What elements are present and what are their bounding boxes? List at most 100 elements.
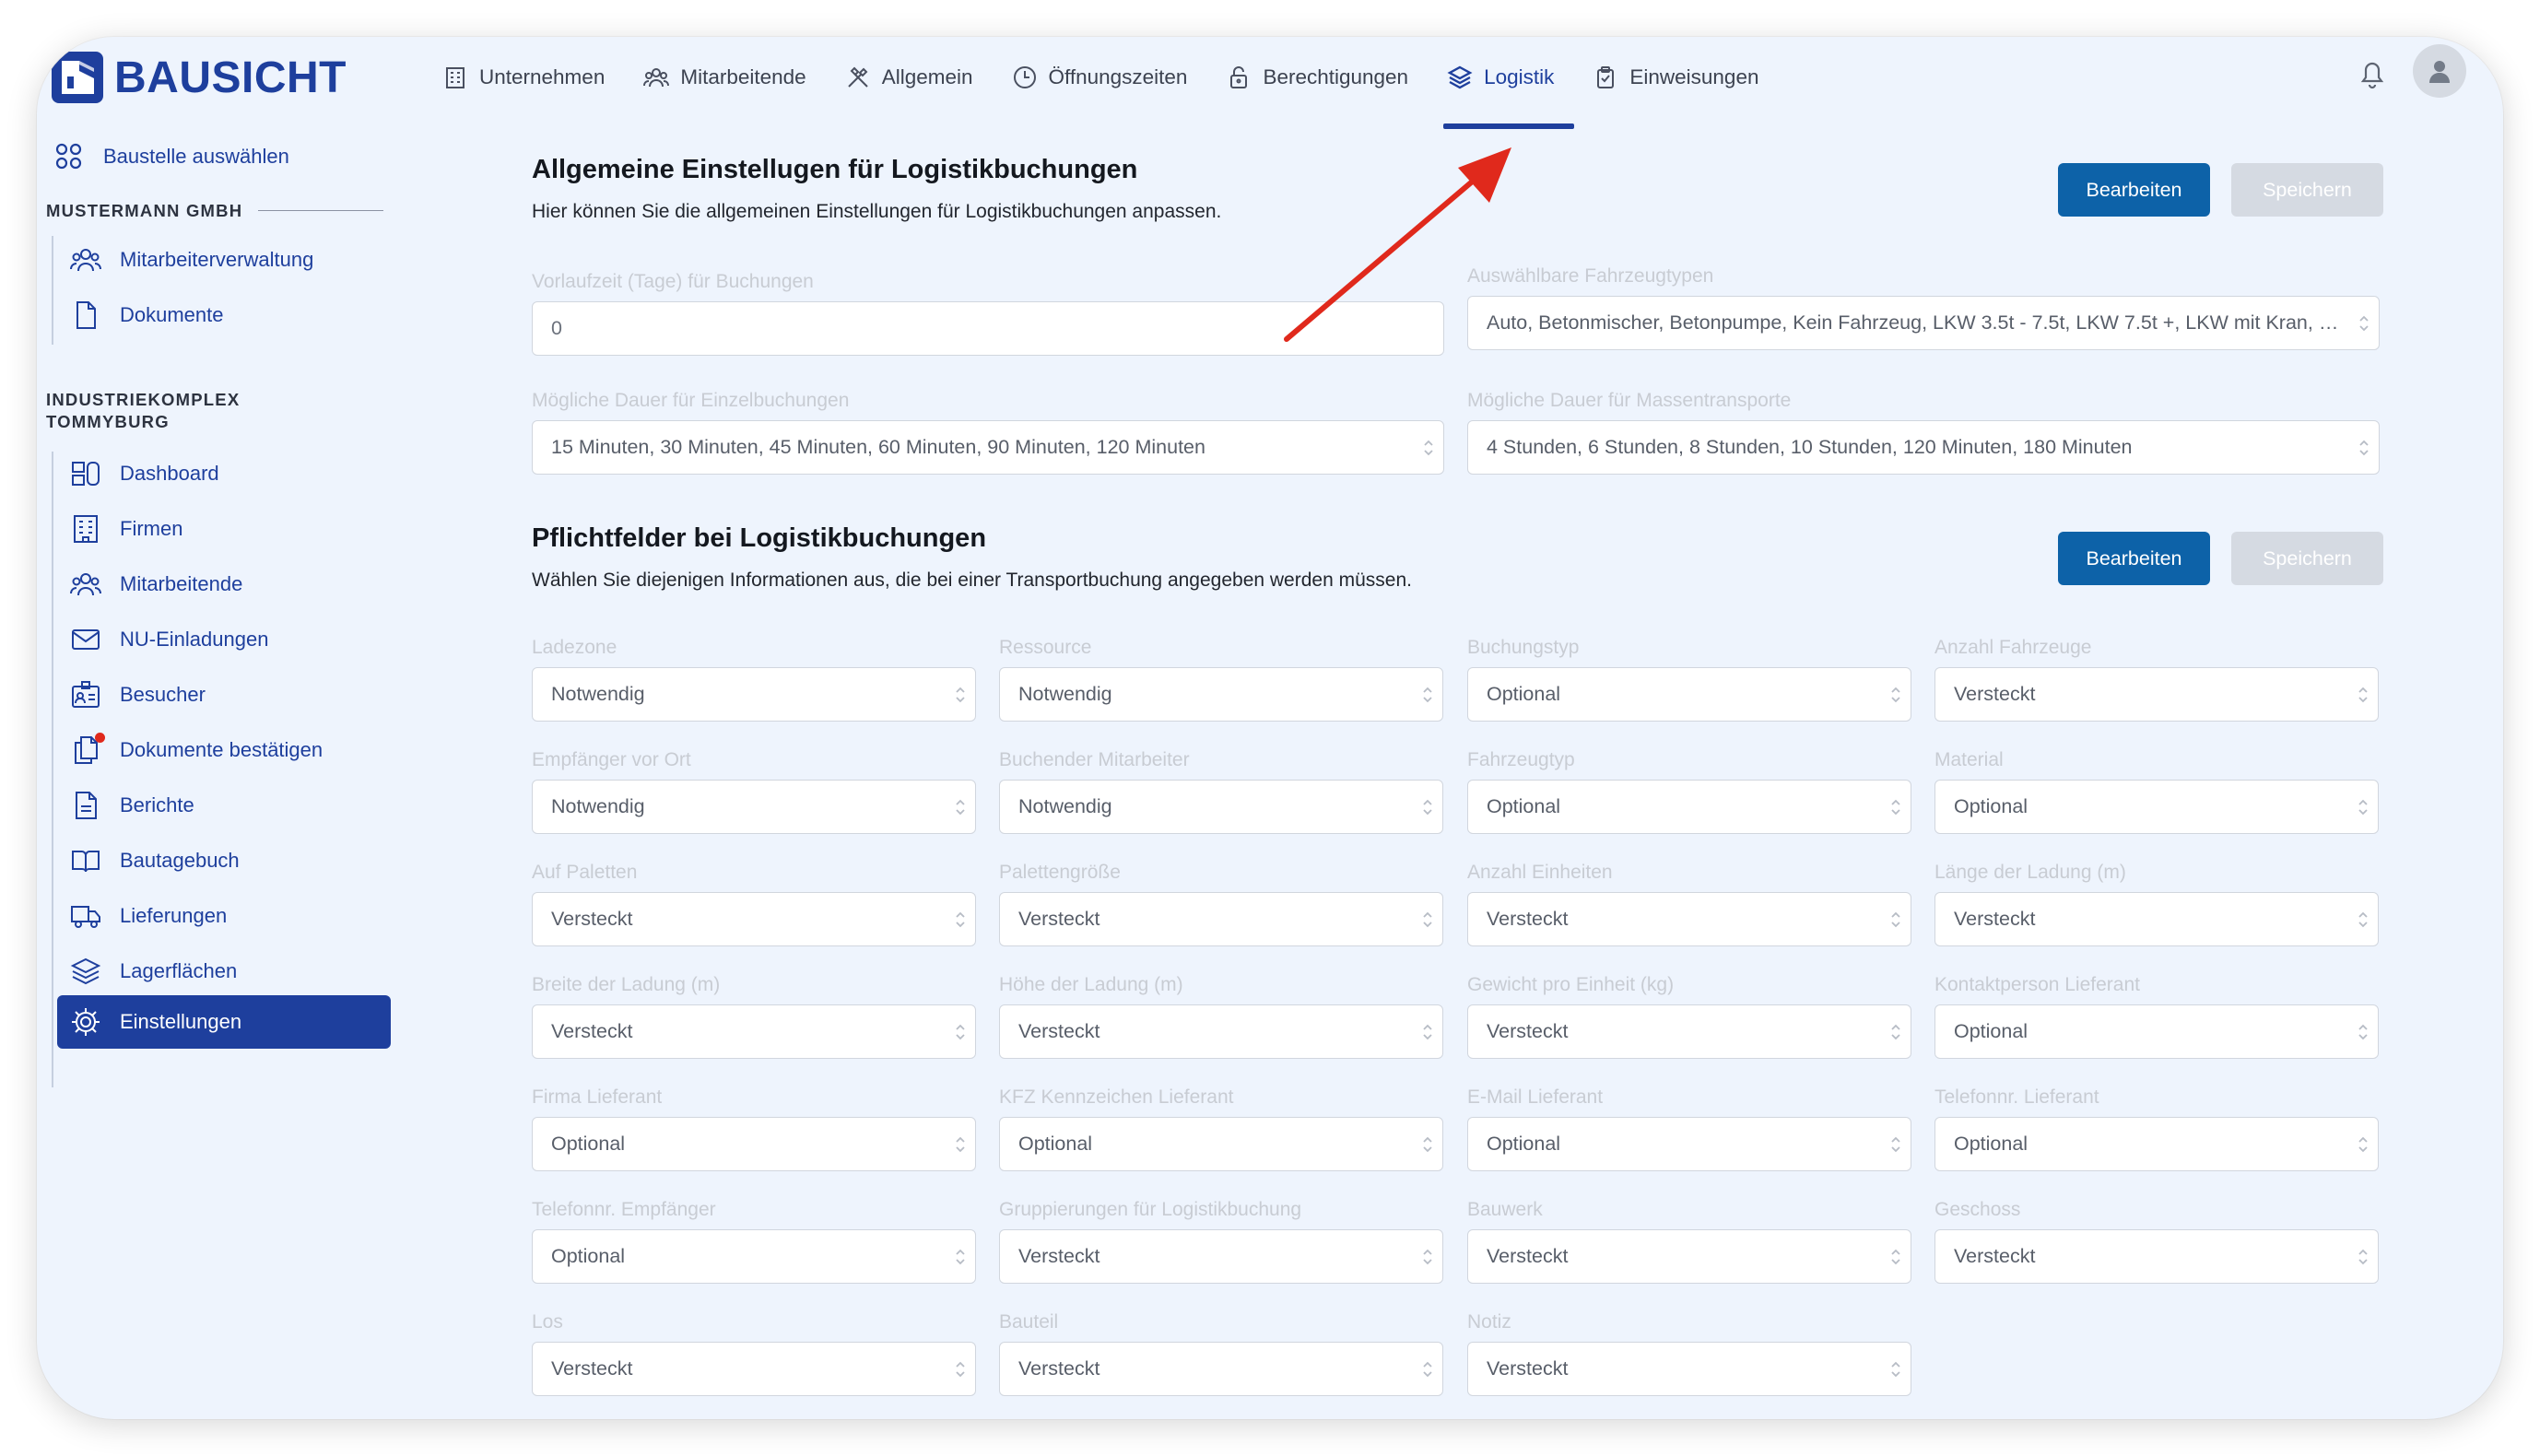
tab-logistik[interactable]: Logistik [1443, 55, 1575, 129]
sidebar-item-mitarbeitende[interactable]: Mitarbeitende [57, 558, 391, 611]
sidebar-item-dokumente[interactable]: Dokumente [57, 288, 391, 342]
dashboard-icon [70, 458, 101, 489]
tab-label: Mitarbeitende [680, 65, 806, 88]
field-value: Optional [551, 1245, 626, 1267]
layers-icon [70, 956, 101, 987]
select-site-label: Baustelle auswählen [103, 145, 289, 168]
select-hoehe-der-ladung-m[interactable]: Versteckt [999, 1004, 1443, 1059]
chevron-updown-icon [2348, 781, 2378, 833]
select-fahrzeugtyp[interactable]: Optional [1467, 780, 1911, 834]
tab-mitarbeitende[interactable]: Mitarbeitende [643, 55, 806, 100]
book-icon [70, 845, 101, 876]
select-bauteil[interactable]: Versteckt [999, 1342, 1443, 1396]
tab-unternehmen[interactable]: Unternehmen [442, 55, 605, 100]
select-gewicht-pro-einheit-kg[interactable]: Versteckt [1467, 1004, 1911, 1059]
user-icon [2429, 61, 2450, 83]
select-e-mail-lieferant[interactable]: Optional [1467, 1117, 1911, 1171]
required-edit-button[interactable]: Bearbeiten [2058, 532, 2210, 585]
select-moegliche-dauer-fuer-einzelbuchungen[interactable]: 15 Minuten, 30 Minuten, 45 Minuten, 60 M… [532, 420, 1444, 475]
select-los[interactable]: Versteckt [532, 1342, 976, 1396]
chevron-updown-icon [1881, 1118, 1911, 1170]
select-buchender-mitarbeiter[interactable]: Notwendig [999, 780, 1443, 834]
chevron-updown-icon [946, 781, 975, 833]
sidebar-item-firmen[interactable]: Firmen [57, 502, 391, 556]
building-icon [70, 513, 101, 545]
user-avatar[interactable] [2413, 44, 2466, 98]
chevron-updown-icon [1414, 421, 1443, 474]
sidebar-item-label: Dokumente [120, 303, 224, 326]
sidebar-item-label: Dokumente bestätigen [120, 738, 323, 761]
select-geschoss[interactable]: Versteckt [1934, 1229, 2379, 1284]
field-value: Versteckt [1487, 1020, 1569, 1042]
sidebar-item-besucher[interactable]: Besucher [57, 668, 391, 722]
select-empfaenger-vor-ort[interactable]: Notwendig [532, 780, 976, 834]
sidebar-item-mitarbeiterverwaltung[interactable]: Mitarbeiterverwaltung [57, 233, 391, 287]
chevron-updown-icon [2349, 297, 2379, 349]
required-save-button[interactable]: Speichern [2231, 532, 2383, 585]
select-kontaktperson-lieferant[interactable]: Optional [1934, 1004, 2379, 1059]
select-ressource[interactable]: Notwendig [999, 667, 1443, 722]
select-auf-paletten[interactable]: Versteckt [532, 892, 976, 946]
select-breite-der-ladung-m[interactable]: Versteckt [532, 1004, 976, 1059]
select-moegliche-dauer-fuer-massentransporte[interactable]: 4 Stunden, 6 Stunden, 8 Stunden, 10 Stun… [1467, 420, 2380, 475]
sidebar-item-bautagebuch[interactable]: Bautagebuch [57, 834, 391, 887]
field-label-laenge-der-ladung-m: Länge der Ladung (m) [1934, 862, 2126, 883]
field-value: Versteckt [1018, 1357, 1100, 1380]
tab-allgemein[interactable]: Allgemein [845, 55, 973, 100]
clock-icon [1012, 65, 1038, 90]
select-anzahl-einheiten[interactable]: Versteckt [1467, 892, 1911, 946]
select-palettengroesse[interactable]: Versteckt [999, 892, 1443, 946]
sidebar-item-dokumente-bestaetigen[interactable]: Dokumente bestätigen [57, 723, 391, 777]
select-buchungstyp[interactable]: Optional [1467, 667, 1911, 722]
sidebar-item-lieferungen[interactable]: Lieferungen [57, 889, 391, 943]
select-material[interactable]: Optional [1934, 780, 2379, 834]
chevron-updown-icon [1881, 668, 1911, 721]
field-value: Optional [1487, 795, 1561, 817]
select-telefonnr-empfaenger[interactable]: Optional [532, 1229, 976, 1284]
sidebar-item-label: Lagerflächen [120, 959, 238, 982]
field-label-material: Material [1934, 749, 2004, 770]
field-label-moegliche-dauer-fuer-einzelbuchungen: Mögliche Dauer für Einzelbuchungen [532, 390, 850, 411]
general-edit-button[interactable]: Bearbeiten [2058, 163, 2210, 217]
chevron-updown-icon [946, 1343, 975, 1395]
sidebar-item-dashboard[interactable]: Dashboard [57, 447, 391, 500]
select-kfz-kennzeichen-lieferant[interactable]: Optional [999, 1117, 1443, 1171]
field-value: 4 Stunden, 6 Stunden, 8 Stunden, 10 Stun… [1487, 436, 2133, 458]
select-gruppierungen-fuer-logistikbuchung[interactable]: Versteckt [999, 1229, 1443, 1284]
brand-name: BAUSICHT [114, 53, 347, 102]
sidebar-item-einstellungen[interactable]: Einstellungen [57, 995, 391, 1049]
tab-oeffnungszeiten[interactable]: Öffnungszeiten [1012, 55, 1187, 100]
required-fields-description: Wählen Sie diejenigen Informationen aus,… [532, 569, 1412, 591]
chevron-updown-icon [1413, 1118, 1442, 1170]
select-site-link[interactable]: Baustelle auswählen [53, 141, 289, 172]
chevron-updown-icon [2348, 1118, 2378, 1170]
report-icon [70, 790, 101, 821]
chevron-updown-icon [1413, 781, 1442, 833]
field-value: Optional [1487, 683, 1561, 705]
sidebar-item-label: Mitarbeiterverwaltung [120, 248, 314, 271]
chevron-updown-icon [1413, 1005, 1442, 1058]
sidebar-item-berichte[interactable]: Berichte [57, 779, 391, 832]
field-value: Optional [1954, 795, 2028, 817]
brand-logo-icon [52, 52, 103, 103]
field-value: Versteckt [1487, 908, 1569, 930]
tab-einweisungen[interactable]: Einweisungen [1593, 55, 1758, 100]
tab-berechtigungen[interactable]: Berechtigungen [1226, 55, 1408, 100]
tools-icon [845, 65, 871, 90]
select-notiz[interactable]: Versteckt [1467, 1342, 1911, 1396]
select-laenge-der-ladung-m[interactable]: Versteckt [1934, 892, 2379, 946]
select-ladezone[interactable]: Notwendig [532, 667, 976, 722]
select-auswaehlbare-fahrzeugtypen[interactable]: Auto, Betonmischer, Betonpumpe, Kein Fah… [1467, 296, 2380, 350]
sidebar-item-nu-einladungen[interactable]: NU-Einladungen [57, 613, 391, 666]
select-anzahl-fahrzeuge[interactable]: Versteckt [1934, 667, 2379, 722]
general-save-button[interactable]: Speichern [2231, 163, 2383, 217]
sidebar-item-lagerflaechen[interactable]: Lagerflächen [57, 945, 391, 998]
field-label-moegliche-dauer-fuer-massentransporte: Mögliche Dauer für Massentransporte [1467, 390, 1792, 411]
select-firma-lieferant[interactable]: Optional [532, 1117, 976, 1171]
sidebar-item-label: Besucher [120, 683, 206, 706]
select-telefonnr-lieferant[interactable]: Optional [1934, 1117, 2379, 1171]
bell-icon[interactable] [2354, 55, 2391, 92]
select-bauwerk[interactable]: Versteckt [1467, 1229, 1911, 1284]
brand-logo[interactable]: BAUSICHT [52, 52, 347, 103]
chevron-updown-icon [1881, 781, 1911, 833]
